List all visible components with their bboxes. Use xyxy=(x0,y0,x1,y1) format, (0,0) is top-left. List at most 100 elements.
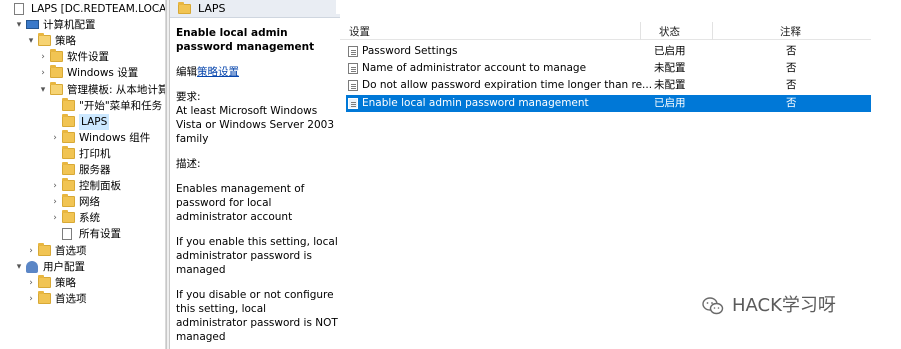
folder-icon xyxy=(62,129,75,143)
tree-item[interactable]: › 首选项 xyxy=(0,242,165,259)
folder-icon xyxy=(62,113,75,127)
tree-item-label: 策略 xyxy=(55,276,76,289)
folder-icon xyxy=(62,178,75,192)
column-header-setting[interactable]: 设置 xyxy=(349,24,370,39)
column-divider[interactable] xyxy=(640,22,641,40)
setting-comment: 否 xyxy=(786,45,797,57)
policy-setting-icon xyxy=(348,46,358,57)
tree-item-label: "开始"菜单和任务 xyxy=(79,99,163,112)
tree-item[interactable]: › 系统 xyxy=(0,210,165,226)
tree-item-label: Windows 组件 xyxy=(79,131,151,144)
tree-item-label: Windows 设置 xyxy=(67,67,139,80)
tree-item-label: 网络 xyxy=(79,196,100,209)
folder-icon xyxy=(62,145,75,159)
column-header-comment[interactable]: 注释 xyxy=(780,24,801,39)
tree-item[interactable]: › 软件设置 xyxy=(0,49,165,65)
policy-setting-icon xyxy=(348,80,358,92)
setting-row[interactable]: Do not allow password expiration time lo… xyxy=(346,77,871,94)
tree-item[interactable]: › Windows 组件 xyxy=(0,129,165,146)
setting-comment: 否 xyxy=(786,62,797,75)
list-header: 设置 状态 注释 xyxy=(340,22,871,40)
setting-name: Name of administrator account to manage xyxy=(362,62,587,75)
expand-arrow-icon[interactable]: › xyxy=(50,178,60,194)
description-pane: Enable local admin password management 编… xyxy=(170,18,338,349)
folder-icon xyxy=(38,274,51,288)
expand-arrow-icon[interactable]: › xyxy=(50,210,60,226)
tree-item-label: 所有设置 xyxy=(79,228,121,241)
tree-item[interactable]: LAPS xyxy=(0,113,165,130)
expand-arrow-icon[interactable]: › xyxy=(38,65,48,81)
tree-item-label: 打印机 xyxy=(79,147,111,160)
description-pane-header: LAPS xyxy=(170,0,350,18)
collapse-arrow-icon[interactable]: ▾ xyxy=(14,259,24,275)
column-header-state[interactable]: 状态 xyxy=(659,24,680,39)
tree-item[interactable]: 打印机 xyxy=(0,145,165,162)
collapse-arrow-icon[interactable]: ▾ xyxy=(38,82,48,98)
expand-arrow-icon[interactable]: › xyxy=(38,49,48,65)
edit-policy-link[interactable]: 策略设置 xyxy=(197,66,239,78)
tree-item-label: 软件设置 xyxy=(67,51,109,64)
setting-row[interactable]: Name of administrator account to manage 未… xyxy=(346,60,871,77)
tree-item[interactable]: › 策略 xyxy=(0,274,165,291)
folder-icon xyxy=(62,210,75,224)
expand-arrow-icon[interactable]: › xyxy=(26,275,36,291)
description-paragraph: If you disable or not configure this set… xyxy=(176,289,338,343)
edit-policy-line: 编辑策略设置 xyxy=(176,65,338,79)
tree-item[interactable]: 所有设置 xyxy=(0,226,165,242)
tree-item-label: 策略 xyxy=(55,35,76,48)
expand-arrow-icon[interactable]: › xyxy=(50,194,60,210)
settings-list-icon xyxy=(62,228,72,241)
folder-icon xyxy=(62,97,75,111)
tree-item-label: 计算机配置 xyxy=(43,19,96,32)
list-top-strip xyxy=(336,0,901,14)
tree-item-label: 系统 xyxy=(79,212,100,225)
tree-item[interactable]: ▾ 管理模板: 从本地计算 xyxy=(0,81,165,98)
collapse-arrow-icon[interactable]: ▾ xyxy=(26,33,36,49)
policy-doc-icon xyxy=(14,3,24,15)
folder-icon xyxy=(38,33,51,47)
console-tree[interactable]: LAPS [DC.REDTEAM.LOCAL] 策▾计算机配置▾策略›软件设置›… xyxy=(0,0,166,349)
tree-item[interactable]: ▾ 用户配置 xyxy=(0,259,165,275)
setting-name: Do not allow password expiration time lo… xyxy=(362,79,653,92)
computer-icon xyxy=(26,20,39,30)
setting-state: 未配置 xyxy=(654,79,686,92)
folder-icon xyxy=(50,49,63,63)
folder-icon xyxy=(38,242,51,256)
setting-row[interactable]: Enable local admin password management 已启… xyxy=(346,94,871,112)
user-icon xyxy=(26,260,38,273)
folder-icon xyxy=(50,81,63,95)
tree-item[interactable]: "开始"菜单和任务 xyxy=(0,97,165,114)
tree-item[interactable]: › Windows 设置 xyxy=(0,65,165,81)
description-label: 描述: xyxy=(176,158,201,170)
setting-comment: 否 xyxy=(786,96,797,109)
tree-item-label: 首选项 xyxy=(55,244,87,257)
collapse-arrow-icon[interactable]: ▾ xyxy=(14,17,24,33)
folder-icon xyxy=(62,194,75,208)
tree-item-label: LAPS [DC.REDTEAM.LOCAL] 策 xyxy=(31,3,166,15)
requirements-text: At least Microsoft Windows Vista or Wind… xyxy=(176,105,335,145)
tree-item[interactable]: 服务器 xyxy=(0,162,165,178)
expand-arrow-icon[interactable]: › xyxy=(26,243,36,259)
expand-arrow-icon[interactable]: › xyxy=(26,291,36,307)
tree-item[interactable]: ▾ 策略 xyxy=(0,33,165,49)
pane-header-title: LAPS xyxy=(198,2,226,15)
tree-item[interactable]: › 网络 xyxy=(0,194,165,210)
folder-icon xyxy=(50,65,63,79)
setting-name: Enable local admin password management xyxy=(362,96,589,109)
expand-arrow-icon[interactable]: › xyxy=(50,130,60,146)
tree-item[interactable]: LAPS [DC.REDTEAM.LOCAL] 策 xyxy=(0,1,166,17)
column-divider[interactable] xyxy=(712,22,713,40)
setting-state: 已启用 xyxy=(654,96,686,109)
tree-item[interactable]: › 控制面板 xyxy=(0,178,165,194)
setting-row[interactable]: Password Settings 已启用 否 xyxy=(346,43,871,60)
setting-comment: 否 xyxy=(786,79,797,92)
policy-setting-icon xyxy=(348,63,358,75)
tree-item[interactable]: › 首选项 xyxy=(0,290,165,307)
wechat-icon xyxy=(702,297,724,315)
folder-icon xyxy=(178,2,191,14)
tree-item[interactable]: ▾ 计算机配置 xyxy=(0,17,165,33)
